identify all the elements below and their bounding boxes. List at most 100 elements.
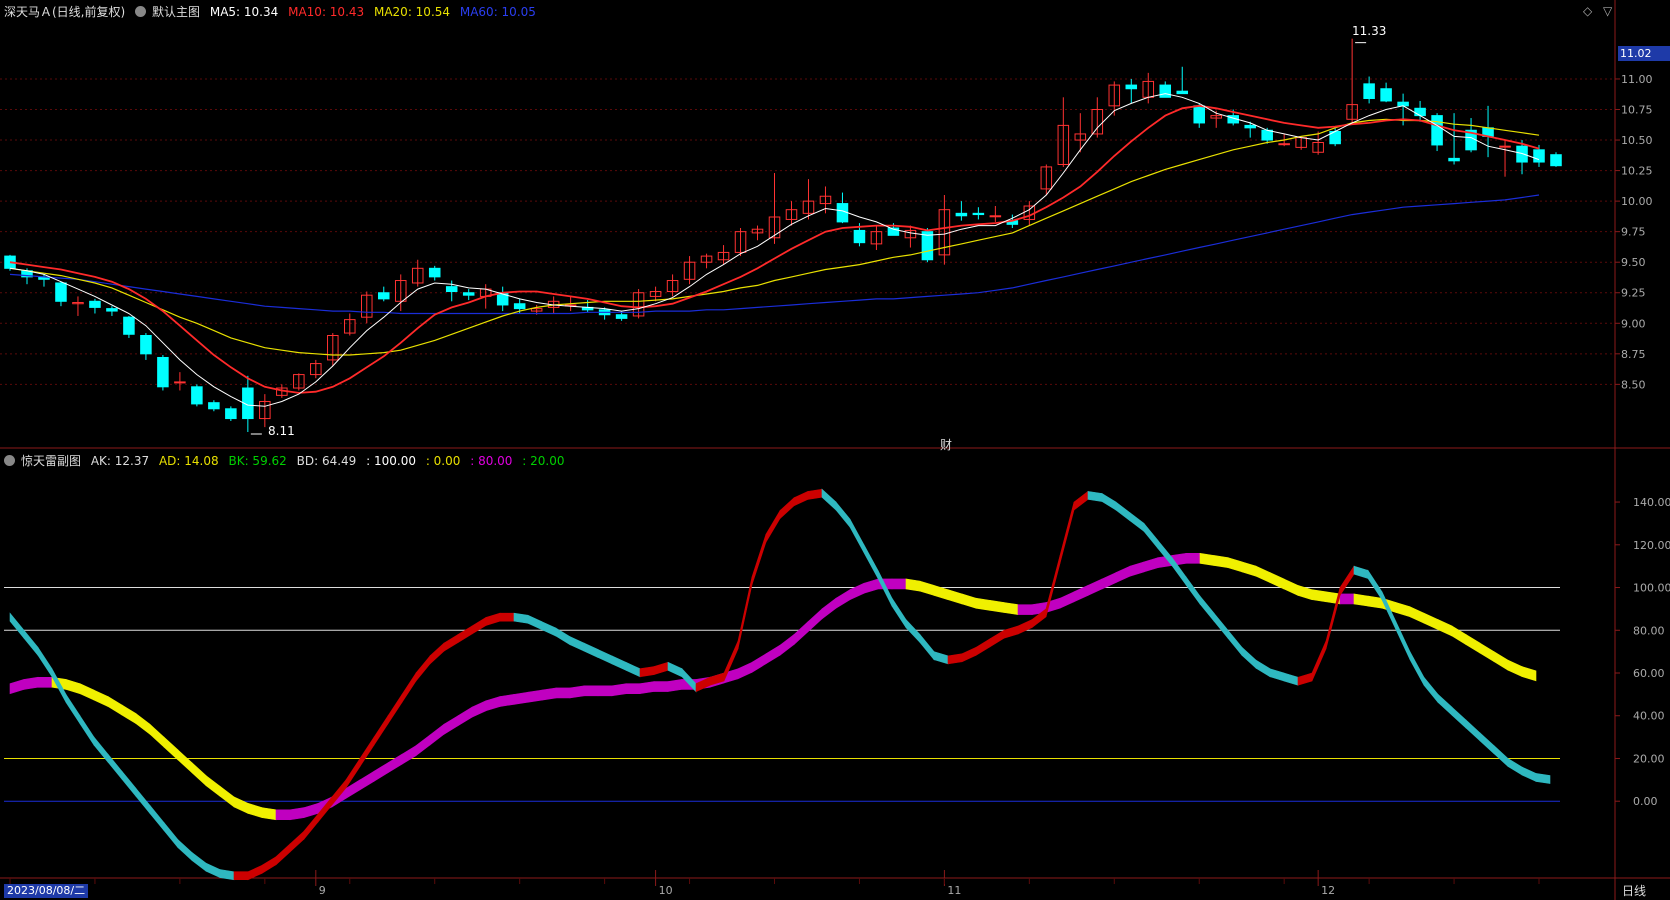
candle-body <box>428 267 441 278</box>
ad-ribbon-segment <box>1059 591 1075 609</box>
ad-ribbon-segment <box>975 597 991 611</box>
period-selector[interactable]: 日线 <box>1622 882 1646 899</box>
ad-ribbon-segment <box>1423 612 1439 631</box>
price-tick-label: 11.00 <box>1621 73 1653 86</box>
ad-ribbon-segment <box>401 745 417 765</box>
ad-ribbon-segment <box>191 762 207 787</box>
ak-ribbon-segment <box>863 544 879 579</box>
ad-ribbon-segment <box>835 589 851 609</box>
ak-ribbon-segment <box>1507 757 1523 776</box>
ad-ribbon-segment <box>765 644 781 665</box>
ma60-value: MA60: 10.05 <box>459 5 536 19</box>
ak-ribbon-segment <box>989 629 1005 648</box>
ad-ribbon-segment <box>1101 572 1117 590</box>
main-chart-header: 深天马Ａ(日线,前复权) 默认主图 MA5: 10.34 MA10: 10.43… <box>4 3 542 20</box>
candle-body <box>972 212 985 216</box>
ad-ribbon-segment <box>1227 557 1243 573</box>
price-tick-label: 8.50 <box>1621 378 1646 391</box>
ak-ribbon-segment <box>1269 668 1285 682</box>
settings-icon[interactable] <box>4 455 15 466</box>
ak-ribbon-segment <box>597 649 613 665</box>
candle-body <box>445 286 458 293</box>
ad-ribbon-segment <box>387 753 403 774</box>
ak-ribbon-segment <box>429 642 445 665</box>
ad-ribbon-segment <box>1451 625 1467 646</box>
ad-ribbon-segment <box>1269 572 1285 590</box>
candle-body <box>921 231 934 261</box>
collapse-icon[interactable]: ▽ <box>1603 4 1612 18</box>
ad-ribbon-segment <box>807 608 823 633</box>
ad-ribbon-segment <box>793 621 809 646</box>
ad-ribbon-segment <box>1213 555 1229 568</box>
ak-ribbon-segment <box>807 488 823 500</box>
ad-ribbon-segment <box>779 633 795 656</box>
ak-ribbon-segment <box>65 693 81 725</box>
ak-ribbon-segment <box>1003 625 1019 639</box>
ak-ribbon-segment <box>233 871 249 881</box>
candle-body <box>513 303 526 310</box>
ak-ribbon-segment <box>1311 640 1327 682</box>
ak-ribbon-segment <box>541 621 557 637</box>
ma10-line <box>9 104 1540 394</box>
candle-body <box>174 381 186 384</box>
ak-ribbon-segment <box>653 661 669 675</box>
ak-ribbon-segment <box>499 612 515 622</box>
ak-ribbon-segment <box>975 638 991 656</box>
ad-ribbon-segment <box>667 679 683 692</box>
candle-body <box>225 408 237 420</box>
candle-body <box>1159 84 1172 98</box>
ak-ribbon-segment <box>793 490 809 507</box>
ad-ribbon-segment <box>1017 604 1033 615</box>
price-tick-label: 9.50 <box>1621 256 1646 269</box>
ad-ribbon-segment <box>163 736 179 761</box>
osc-tick-label: 80.00 <box>1633 624 1665 637</box>
ad-ribbon-segment <box>1241 561 1257 577</box>
ak-ribbon-segment <box>1283 672 1299 686</box>
main-chart-label[interactable]: 默认主图 <box>152 5 200 19</box>
ad-ribbon-segment <box>1521 666 1537 682</box>
candle-body <box>157 356 169 388</box>
ad-ribbon-segment <box>1129 561 1145 577</box>
ad-ribbon-segment <box>37 676 53 688</box>
candle-body <box>1516 145 1528 163</box>
ad-ribbon-segment <box>737 661 753 680</box>
ak-ribbon-segment <box>821 488 837 511</box>
ak-ribbon-segment <box>1493 744 1509 768</box>
diamond-icon[interactable]: ◇ <box>1583 4 1592 18</box>
settings-icon[interactable] <box>135 6 147 17</box>
ad-ribbon-segment <box>513 691 529 705</box>
osc-tick-label: 140.00 <box>1633 496 1670 509</box>
ad-ribbon-segment <box>527 689 543 703</box>
ak-ribbon-segment <box>891 597 907 629</box>
ad-ribbon-segment <box>93 689 109 707</box>
ak-ribbon-segment <box>289 830 305 853</box>
ak-ribbon-segment <box>1199 595 1215 623</box>
ad-ribbon-segment <box>1493 651 1509 671</box>
ak-ribbon-segment <box>471 616 487 635</box>
ak-ribbon-segment <box>107 753 123 781</box>
candle-body <box>1244 124 1256 129</box>
ad-ribbon-segment <box>149 723 165 748</box>
candle-body <box>1193 105 1205 124</box>
ad-ribbon-segment <box>359 770 375 791</box>
candle-body <box>1261 129 1273 141</box>
ad-ribbon-segment <box>1199 552 1215 566</box>
osc-tick-label: 60.00 <box>1633 667 1665 680</box>
ad-ribbon-segment <box>79 683 95 701</box>
sub-chart-title[interactable]: 惊天雷副图 <box>21 454 81 468</box>
finance-event-marker[interactable]: 财 <box>940 436 952 453</box>
ad-ribbon-segment <box>107 695 123 716</box>
last-price-tag: 11.02 <box>1618 46 1670 61</box>
bk-value: BK: 59.62 <box>228 454 287 468</box>
kline-chart[interactable]: 11.00 10.75 10.50 10.25 10.00 9.75 9.50 9.25 9.0… <box>0 0 1670 900</box>
candle-body <box>853 229 866 244</box>
bd-value: BD: 64.49 <box>296 454 357 468</box>
candle-body <box>1499 145 1511 148</box>
ak-ribbon-segment <box>961 646 977 663</box>
ad-ribbon-segment <box>1409 606 1425 624</box>
cursor-date-tag: 2023/08/08/二 <box>4 884 89 898</box>
ak-ribbon-segment <box>639 666 655 678</box>
price-tick-label: 10.00 <box>1621 195 1653 208</box>
ak-ribbon-segment <box>611 655 627 671</box>
time-tick-label: 9 <box>319 884 326 897</box>
